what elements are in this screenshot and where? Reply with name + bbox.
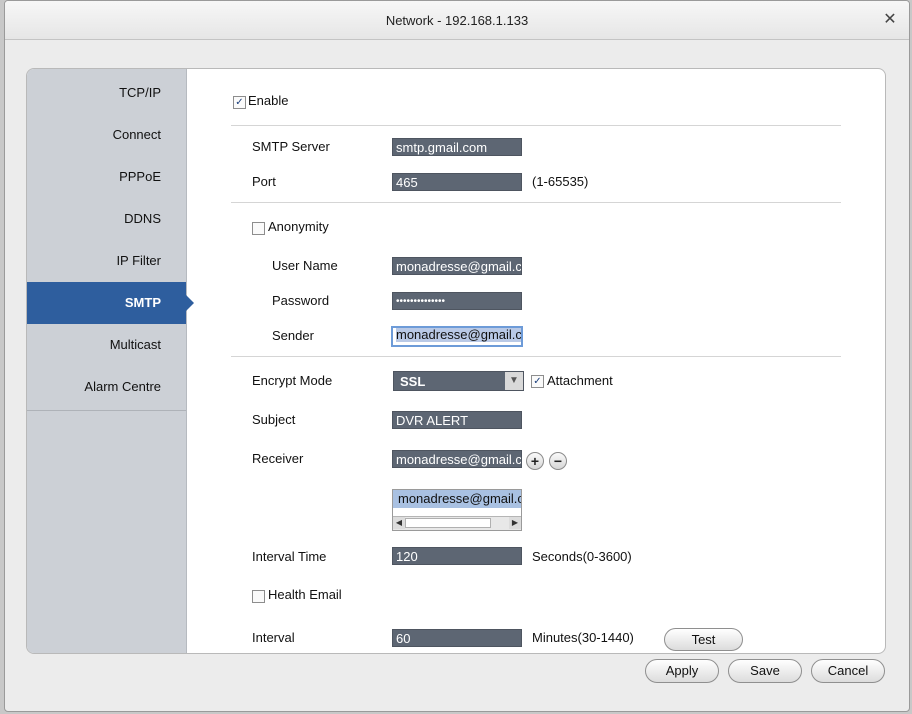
sidebar-item-multicast[interactable]: Multicast [27, 324, 186, 366]
sidebar-item-tcpip[interactable]: TCP/IP [27, 72, 186, 114]
sidebar-item-alarm-centre[interactable]: Alarm Centre [27, 366, 186, 408]
attachment-checkbox[interactable]: ✓ [531, 375, 544, 388]
scroll-right-icon[interactable]: ▶ [509, 517, 521, 529]
sidebar-item-label: PPPoE [119, 169, 161, 184]
minus-icon: − [553, 453, 563, 469]
subject-label: Subject [252, 412, 296, 427]
sidebar-item-ip-filter[interactable]: IP Filter [27, 240, 186, 282]
sidebar-item-label: IP Filter [116, 253, 161, 268]
interval-time-input[interactable]: 120 [392, 547, 522, 565]
sidebar-item-label: Multicast [109, 337, 161, 352]
smtp-server-input[interactable]: smtp.gmail.com [392, 138, 522, 156]
sidebar-item-label: Connect [112, 127, 161, 142]
sender-input-text: monadresse@gmail.c [396, 327, 522, 342]
plus-icon: + [530, 453, 540, 469]
interval-input[interactable]: 60 [392, 629, 522, 647]
sender-label: Sender [272, 328, 314, 343]
sidebar-item-smtp[interactable]: SMTP [27, 282, 194, 324]
divider [231, 356, 841, 357]
divider [231, 125, 841, 126]
remove-receiver-button[interactable]: − [549, 452, 567, 470]
title-bar: Network - 192.168.1.133 ✕ [5, 1, 909, 40]
anonymity-checkbox[interactable] [252, 222, 265, 235]
checkmark-icon: ✓ [533, 376, 542, 387]
sidebar-item-pppoe[interactable]: PPPoE [27, 156, 186, 198]
interval-label: Interval [252, 630, 295, 645]
sidebar-item-ddns[interactable]: DDNS [27, 198, 186, 240]
port-range-hint: (1-65535) [532, 174, 589, 189]
chevron-down-icon: ▼ [505, 372, 523, 390]
apply-button[interactable]: Apply [645, 659, 719, 683]
health-email-checkbox[interactable] [252, 590, 265, 603]
encrypt-mode-select[interactable]: SSL ▼ [393, 371, 524, 391]
add-receiver-button[interactable]: + [526, 452, 544, 470]
interval-time-label: Interval Time [252, 549, 327, 564]
username-input[interactable]: monadresse@gmail.c [392, 257, 522, 275]
health-email-label: Health Email [268, 587, 342, 602]
enable-checkbox[interactable]: ✓ [233, 96, 246, 109]
list-item[interactable]: monadresse@gmail.c [393, 490, 521, 508]
enable-label: Enable [248, 93, 289, 108]
sidebar-item-label: DDNS [124, 211, 161, 226]
password-label: Password [272, 293, 330, 308]
sidebar-item-label: SMTP [124, 295, 161, 310]
scroll-thumb[interactable] [405, 518, 491, 528]
interval-time-unit: Seconds(0-3600) [532, 549, 632, 564]
network-window: Network - 192.168.1.133 ✕ TCP/IP Connect… [4, 0, 910, 712]
sidebar-item-connect[interactable]: Connect [27, 114, 186, 156]
password-input[interactable]: •••••••••••••• [392, 292, 522, 310]
smtp-server-label: SMTP Server [252, 139, 330, 154]
anonymity-label: Anonymity [268, 219, 329, 234]
attachment-label: Attachment [547, 373, 613, 388]
close-icon[interactable]: ✕ [881, 11, 899, 29]
checkmark-icon: ✓ [235, 97, 244, 108]
port-input[interactable]: 465 [392, 173, 522, 191]
scroll-left-icon[interactable]: ◀ [393, 517, 405, 529]
window-title: Network - 192.168.1.133 [385, 13, 529, 28]
cancel-button[interactable]: Cancel [811, 659, 885, 683]
sidebar-item-label: TCP/IP [119, 85, 161, 100]
encrypt-mode-value: SSL [400, 374, 426, 389]
receiver-input[interactable]: monadresse@gmail.c [392, 450, 522, 468]
divider [231, 202, 841, 203]
receiver-label: Receiver [252, 451, 304, 466]
sidebar: TCP/IP Connect PPPoE DDNS IP Filter SMTP… [27, 69, 194, 653]
receiver-list[interactable]: monadresse@gmail.c ◀ ▶ [392, 489, 522, 531]
sender-input[interactable]: monadresse@gmail.c [391, 326, 523, 347]
username-label: User Name [272, 258, 338, 273]
port-label: Port [252, 174, 276, 189]
interval-unit: Minutes(30-1440) [532, 630, 634, 645]
save-button[interactable]: Save [728, 659, 802, 683]
sidebar-item-label: Alarm Centre [84, 379, 161, 394]
subject-input[interactable]: DVR ALERT [392, 411, 522, 429]
sidebar-divider [27, 410, 186, 411]
horizontal-scrollbar[interactable]: ◀ ▶ [393, 516, 521, 530]
encrypt-mode-label: Encrypt Mode [252, 373, 333, 388]
settings-panel: TCP/IP Connect PPPoE DDNS IP Filter SMTP… [26, 68, 886, 654]
test-button[interactable]: Test [664, 628, 743, 651]
